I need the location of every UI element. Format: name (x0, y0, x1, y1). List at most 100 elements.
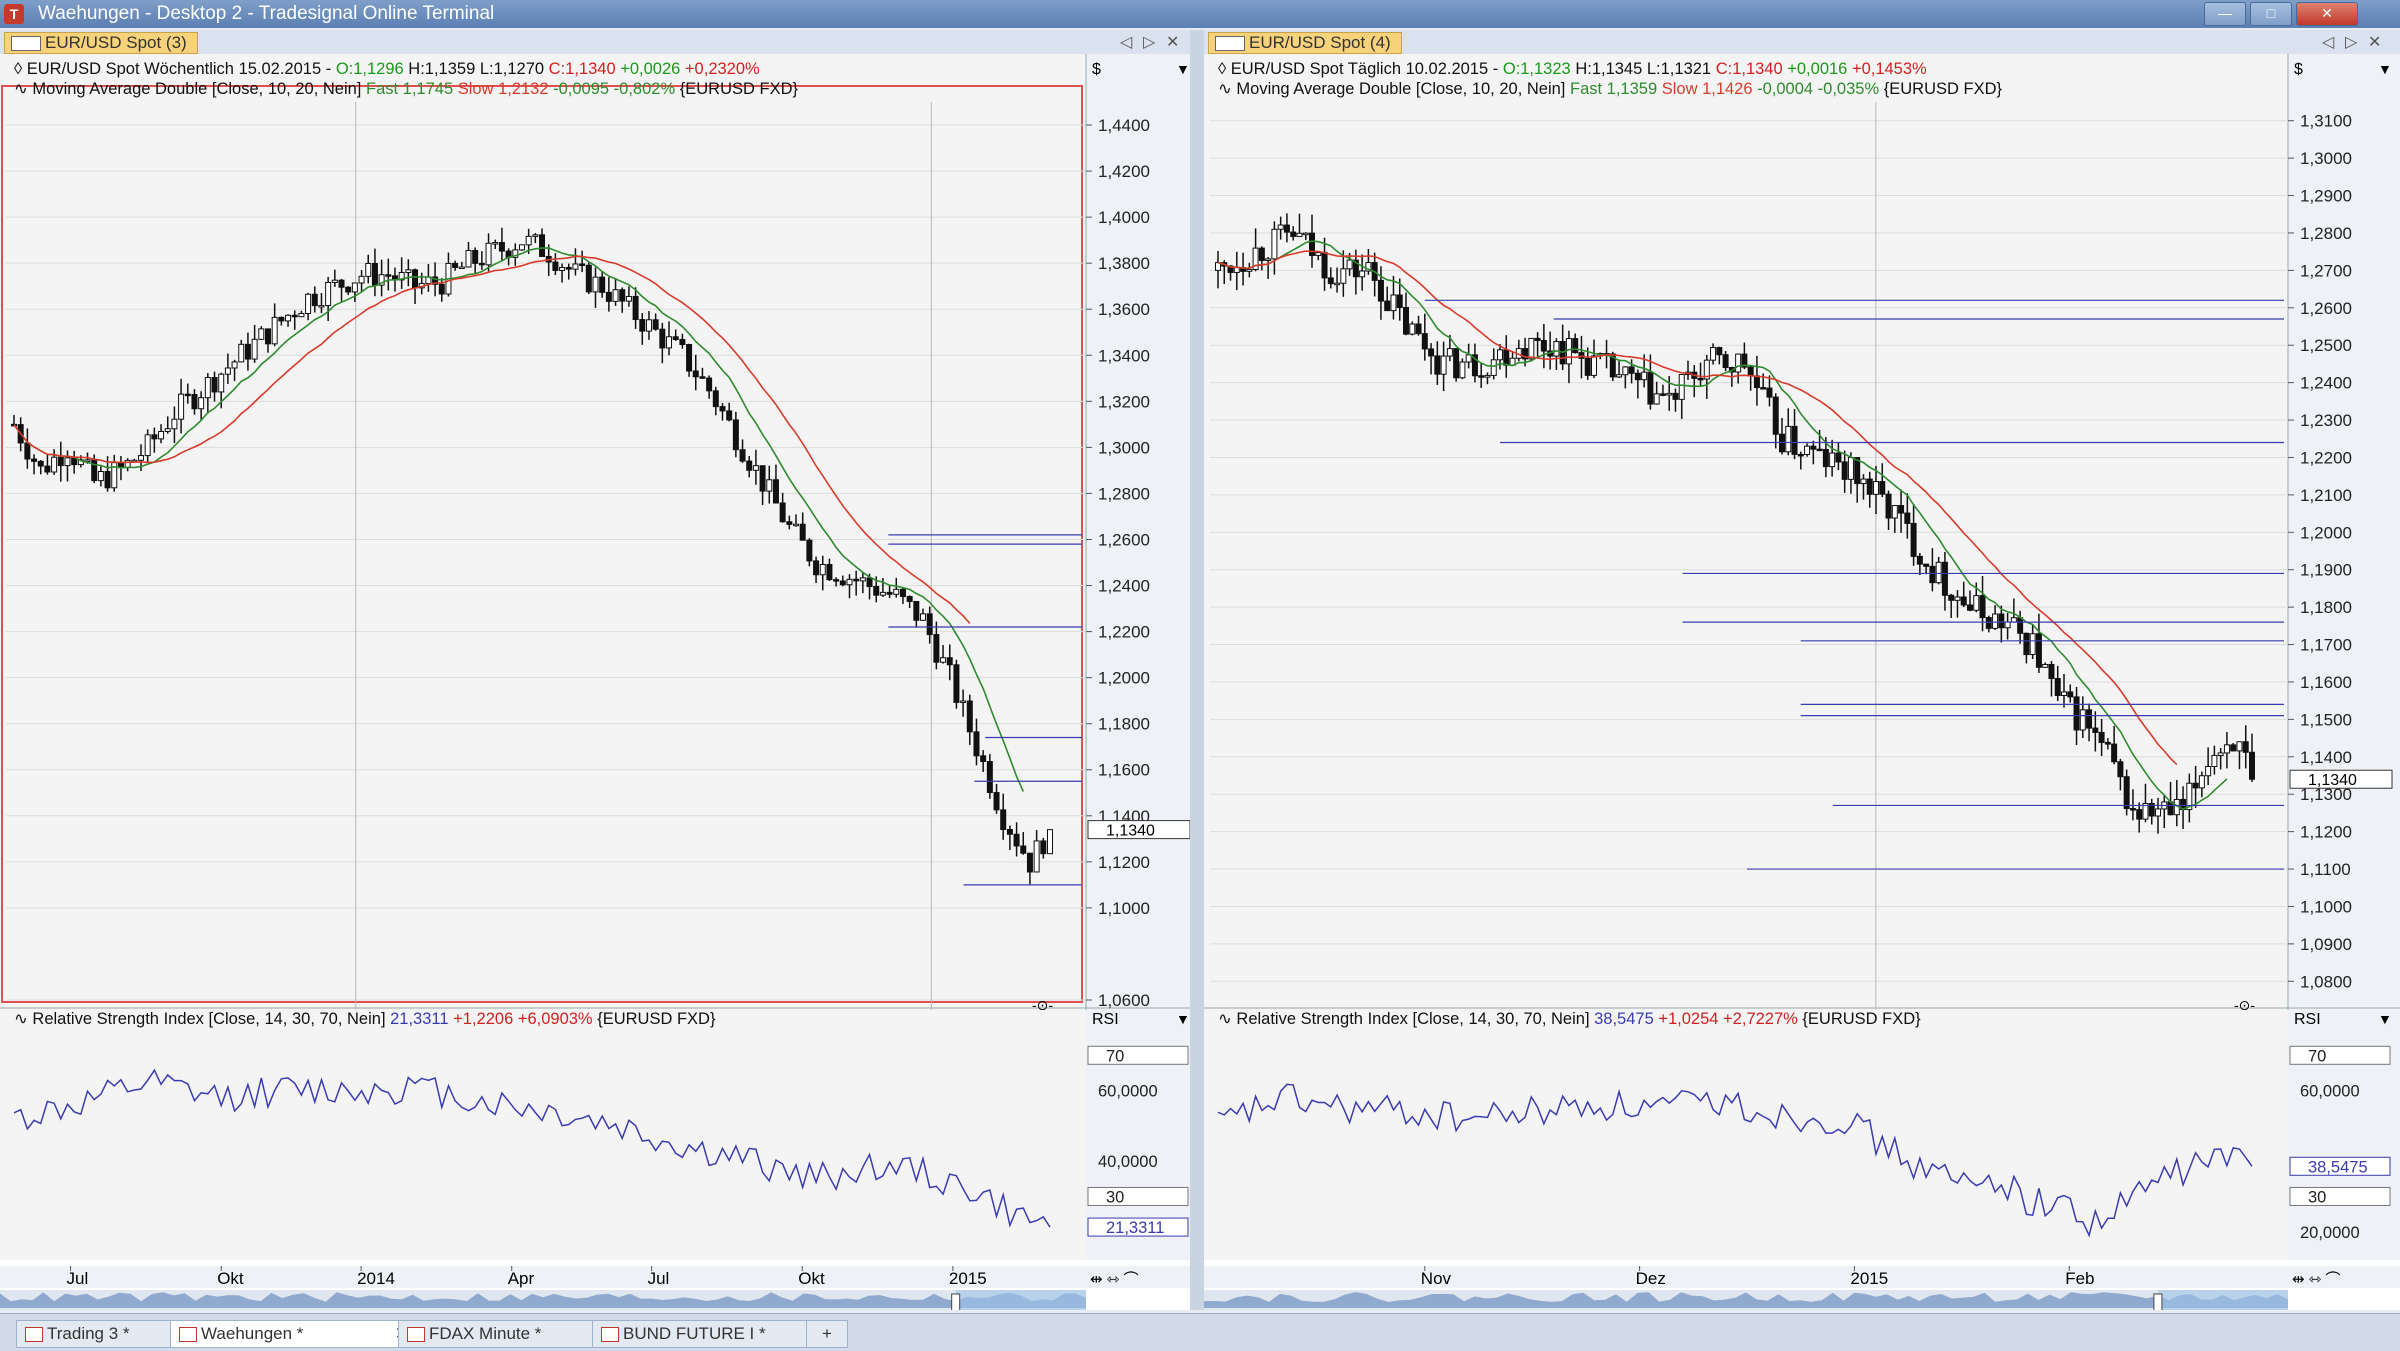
candle-body (2086, 709, 2093, 729)
workspace-icon (407, 1327, 425, 1342)
candle-body (2104, 741, 2111, 745)
navigator-window[interactable] (2157, 1290, 2288, 1310)
workspace-tab-bund-future[interactable]: BUND FUTURE I * (592, 1320, 814, 1348)
time-axis-label: 2014 (357, 1269, 395, 1288)
workspace-tab-label: BUND FUTURE I * (623, 1324, 766, 1343)
maximize-button[interactable]: □ (2250, 2, 2292, 26)
rsi-axis-title: RSI (2294, 1011, 2321, 1028)
axis-dropdown-icon[interactable]: ▼ (1176, 1011, 1190, 1027)
workspace-tab-trading-3[interactable]: Trading 3 * (16, 1320, 178, 1348)
zoom-controls-icon[interactable]: ⇹ ⇿ ⌒ (1090, 1271, 1138, 1288)
weekly-chart[interactable]: ◊ EUR/USD Spot Wöchentlich 15.02.2015 - … (0, 30, 1190, 1310)
price-tick-label: 1,3600 (1098, 300, 1150, 319)
candle-body (719, 406, 726, 412)
candle-body (291, 314, 298, 318)
candle-body (338, 279, 345, 288)
price-tick-label: 1,1900 (2300, 561, 2352, 580)
candle-body (625, 295, 632, 302)
rsi-background (1204, 1010, 2400, 1260)
candle-body (405, 269, 412, 274)
zoom-controls-icon[interactable]: ⇹ ⇿ ⌒ (2292, 1271, 2340, 1288)
candle-body (1659, 393, 1666, 396)
time-axis-background (1204, 1266, 2400, 1288)
candle-body (1446, 348, 1453, 357)
candle-body (1785, 425, 1792, 453)
candle-body (37, 460, 44, 467)
candle-body (599, 276, 606, 293)
candle-body (345, 286, 352, 293)
candle-body (866, 577, 873, 588)
time-axis-label: 2015 (1850, 1269, 1888, 1288)
candle-body (1678, 374, 1685, 400)
axis-dropdown-icon[interactable]: ▼ (1176, 61, 1190, 77)
candle-body (1760, 387, 1767, 390)
candle-body (1013, 833, 1020, 847)
candle-body (331, 279, 338, 283)
candle-body (639, 319, 646, 332)
candle-body (238, 343, 245, 363)
close-button[interactable]: ✕ (2296, 2, 2358, 26)
candle-body (1791, 425, 1798, 455)
time-axis-background (0, 1266, 1190, 1288)
candle-body (1753, 375, 1760, 389)
currency-label: $ (1092, 61, 1101, 78)
candle-body (933, 634, 940, 663)
rsi-level-box (2289, 1045, 2391, 1065)
app-icon: T (4, 4, 24, 24)
candle-body (478, 262, 485, 266)
panel-splitter[interactable] (1190, 30, 1204, 1310)
candle-body (57, 456, 64, 467)
candle-body (1647, 371, 1654, 405)
axis-dropdown-icon[interactable]: ▼ (2378, 1011, 2392, 1027)
candle-body (1960, 596, 1967, 606)
candle-body (2029, 633, 2036, 656)
candle-body (1390, 294, 1397, 312)
price-tick-label: 1,3000 (1098, 438, 1150, 457)
candle-body (412, 269, 419, 289)
candle-body (953, 664, 960, 703)
candle-body (1033, 840, 1040, 873)
axis-dropdown-icon[interactable]: ▼ (2378, 61, 2392, 77)
candle-body (1346, 259, 1353, 270)
price-tick-label: 1,0900 (2300, 935, 2352, 954)
candle-body (1246, 269, 1253, 272)
price-tick-label: 1,3800 (1098, 254, 1150, 273)
candle-body (1929, 565, 1936, 584)
rsi-axis-title: RSI (1092, 1011, 1119, 1028)
navigator-handle[interactable] (951, 1293, 961, 1310)
candle-body (1302, 232, 1309, 236)
candle-body (2129, 808, 2136, 811)
navigator-window[interactable] (955, 1290, 1086, 1310)
price-tick-label: 1,1600 (1098, 761, 1150, 780)
candle-body (2079, 709, 2086, 731)
workspace-tabbar: Trading 3 * Waehungen *✕ FDAX Minute * B… (0, 1313, 2400, 1351)
add-workspace-button[interactable]: + (806, 1320, 848, 1348)
candle-body (204, 377, 211, 399)
time-axis-label: Okt (798, 1269, 825, 1288)
candle-body (886, 591, 893, 595)
candle-body (1898, 505, 1905, 514)
candle-body (732, 419, 739, 451)
workspace-tab-fdax-minute[interactable]: FDAX Minute * (398, 1320, 598, 1348)
candle-body (813, 560, 820, 576)
minimize-button[interactable]: — (2204, 2, 2246, 26)
candle-body (64, 457, 71, 467)
candle-body (906, 596, 913, 602)
candle-body (1271, 228, 1278, 260)
workspace-tab-waehungen[interactable]: Waehungen *✕ (170, 1320, 418, 1348)
candle-body (1434, 355, 1441, 375)
candle-body (1047, 829, 1053, 855)
rsi-tick-label: 60,0000 (2300, 1083, 2360, 1101)
candle-body (1497, 349, 1503, 361)
candle-body (258, 328, 265, 340)
candle-body (1340, 268, 1347, 284)
candle-body (799, 523, 806, 541)
candle-body (158, 430, 165, 440)
candle-body (1296, 232, 1303, 237)
candle-body (1847, 457, 1854, 480)
candle-body (164, 428, 171, 432)
navigator-handle[interactable] (2153, 1293, 2163, 1310)
last-price-label: 1,1340 (2308, 772, 2357, 789)
time-axis-label: Feb (2065, 1269, 2094, 1288)
daily-chart[interactable]: ◊ EUR/USD Spot Täglich 10.02.2015 - O:1,… (1204, 30, 2400, 1310)
